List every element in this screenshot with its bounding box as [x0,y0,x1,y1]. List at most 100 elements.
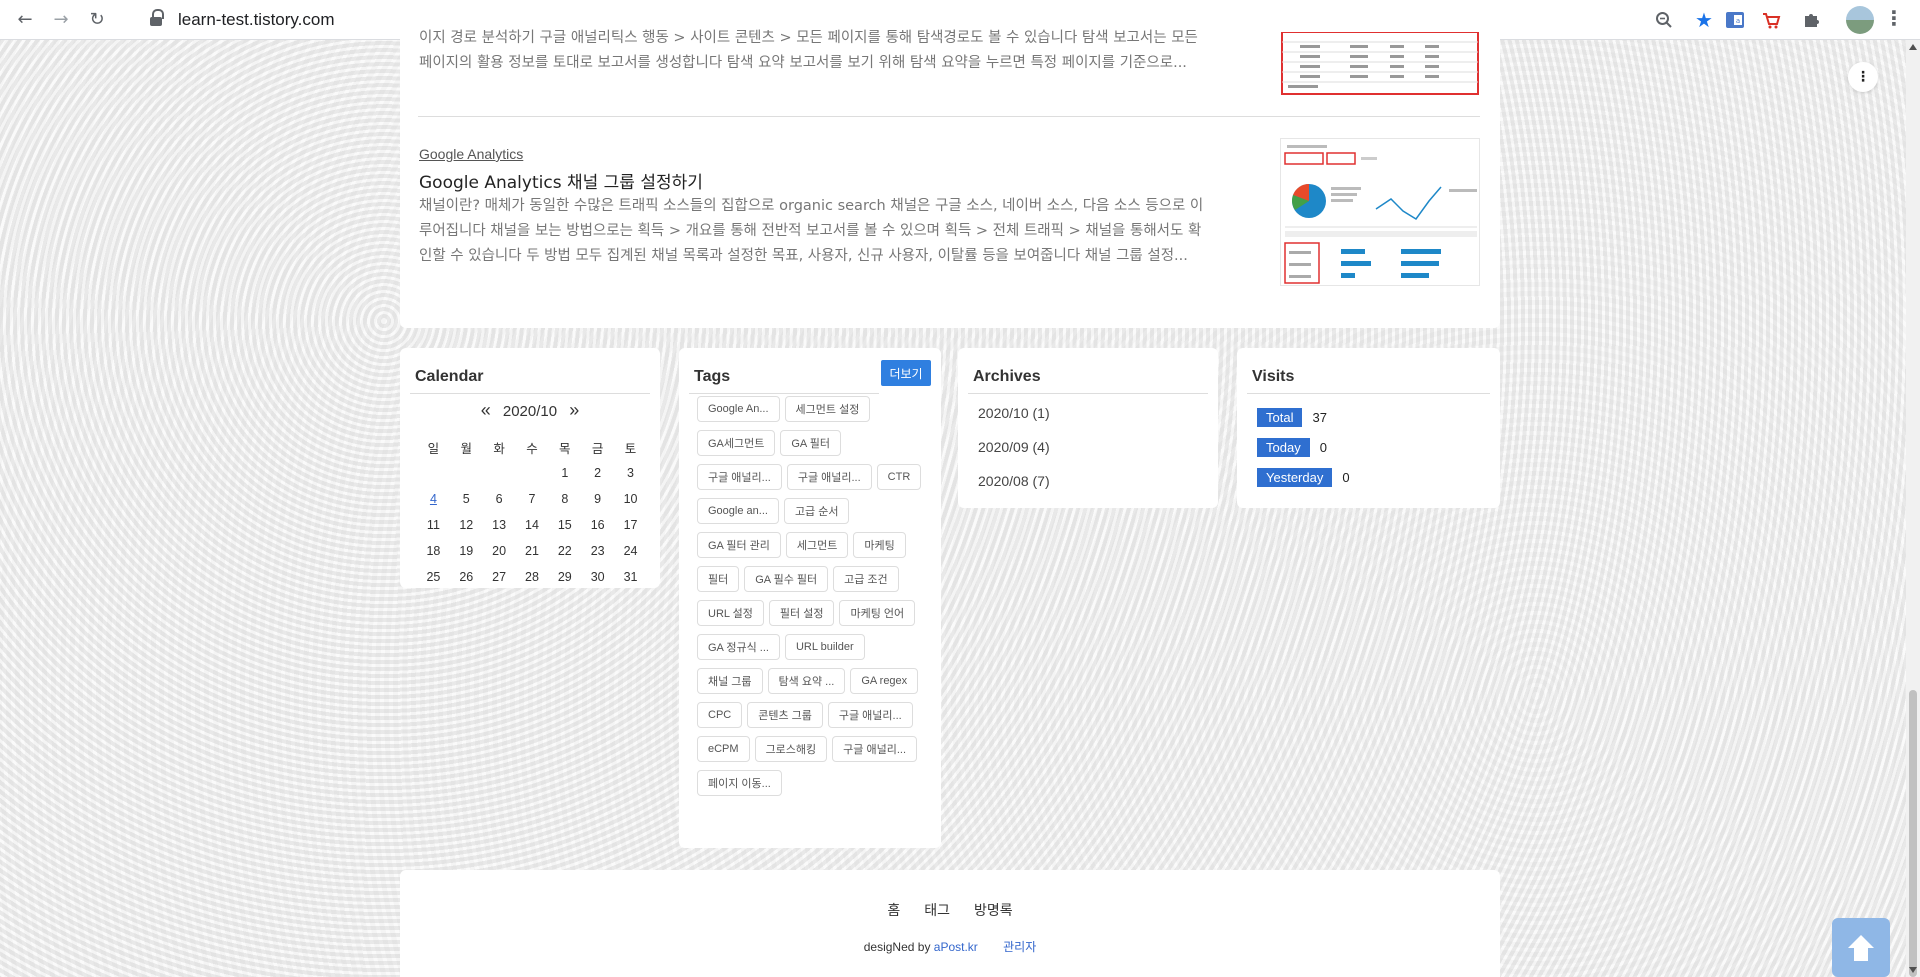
calendar-day-link[interactable]: 4 [417,486,450,512]
widget-divider [689,393,879,394]
visits-yesterday-row: Yesterday 0 [1257,468,1350,487]
browser-menu-icon[interactable]: ⋮ [1884,8,1904,32]
tag-item[interactable]: GA세그먼트 [697,430,776,456]
tag-item[interactable]: 페이지 이동... [697,770,782,796]
tag-item[interactable]: URL 설정 [697,600,764,626]
tag-item[interactable]: 필터 [697,566,740,592]
tag-item[interactable]: 구글 애널리... [697,464,782,490]
visits-today-label: Today [1257,438,1310,457]
tag-item[interactable]: GA 필터 관리 [697,532,781,558]
calendar-day: 31 [623,570,638,584]
url-text[interactable]: learn-test.tistory.com [178,10,335,30]
tag-item[interactable]: URL builder [784,634,865,660]
tag-item[interactable]: CTR [876,464,922,490]
archive-item[interactable]: 2020/09 (4) [978,439,1050,455]
footer-tag-link[interactable]: 태그 [924,900,950,920]
extension-cart-icon[interactable] [1758,7,1784,33]
arrow-up-icon [1848,934,1874,961]
post-excerpt-line: 인할 수 있습니다 두 방법 모두 집계된 채널 목록과 설정한 목표, 사용자… [419,248,1188,264]
tag-item[interactable]: 그로스해킹 [754,736,828,762]
archive-item[interactable]: 2020/10 (1) [978,405,1050,421]
scroll-top-button[interactable] [1832,918,1890,977]
share-icon[interactable]: ⋮ [1848,62,1878,92]
tags-more-button[interactable]: 더보기 [881,360,931,386]
widget-divider [968,393,1208,394]
tag-item[interactable]: 마케팅 [853,532,906,558]
post-excerpt-line: 채널이란? 매체가 동일한 수많은 트래픽 소스들의 집합으로 organic … [419,198,1204,214]
calendar-day: 28 [525,570,539,584]
visits-today-row: Today 0 [1257,438,1327,457]
tag-list: Google An... 세그먼트 설정 GA세그먼트 GA 필터 구글 애널리… [697,396,933,804]
footer-home-link[interactable]: 홈 [887,900,900,920]
tag-item[interactable]: 고급 순서 [783,498,850,524]
calendar-day: 22 [557,544,572,558]
admin-link[interactable]: 관리자 [1003,940,1036,954]
scroll-thumb[interactable] [1909,690,1917,977]
footer-guestbook-link[interactable]: 방명록 [974,900,1013,920]
calendar-title: Calendar [415,368,484,385]
calendar-week: 25 26 27 28 29 30 31 [417,564,647,590]
footer: 홈 태그 방명록 desigNed by aPost.kr 관리자 [400,870,1500,977]
prev-post-excerpt[interactable]: 이지 경로 분석하기 구글 애널리틱스 행동 > 사이트 콘텐츠 > 모든 페이… [419,26,1198,76]
prev-post-thumbnail[interactable] [1280,32,1480,96]
tag-item[interactable]: 필터 설정 [768,600,835,626]
zoom-icon[interactable] [1652,8,1676,32]
calendar-day: 3 [627,466,634,480]
tag-item[interactable]: Google An... [697,396,780,422]
tag-item[interactable]: 구글 애널리... [827,702,913,728]
back-icon[interactable]: ← [14,9,36,31]
tag-item[interactable]: CPC [697,702,743,728]
calendar-weekdays: 일 월 화 수 목 금 토 [417,434,647,460]
profile-avatar[interactable] [1846,6,1874,34]
calendar-day: 5 [462,492,470,506]
post-category[interactable]: Google Analytics [419,146,523,162]
calendar-day [450,460,483,486]
archive-item[interactable]: 2020/08 (7) [978,473,1050,489]
post-excerpt[interactable]: 채널이란? 매체가 동일한 수많은 트래픽 소스들의 집합으로 organic … [419,194,1203,269]
calendar-day: 30 [590,570,605,584]
calendar-day: 6 [495,492,503,506]
visits-title: Visits [1252,368,1295,385]
tag-item[interactable]: Google an... [697,498,779,524]
visits-total-label: Total [1257,408,1303,427]
weekday: 금 [591,441,604,456]
tag-item[interactable]: 세그먼트 설정 [784,396,871,422]
calendar-day: 10 [623,492,638,506]
tag-item[interactable]: GA 정규식 ... [697,634,780,660]
visits-yesterday-label: Yesterday [1257,468,1333,487]
scroll-down-arrow[interactable] [1909,967,1917,973]
extensions-puzzle-icon[interactable] [1798,7,1824,33]
tag-item[interactable]: 마케팅 언어 [839,600,916,626]
calendar-day: 11 [426,518,440,532]
extension-translate-icon[interactable]: a [1722,7,1748,33]
reload-icon[interactable]: ↻ [86,9,108,31]
credit-link[interactable]: aPost.kr [934,940,978,954]
weekday: 화 [493,441,505,456]
scroll-up-arrow[interactable] [1909,44,1917,50]
visits-today-value: 0 [1319,440,1327,455]
archives-widget: Archives 2020/10 (1) 2020/09 (4) 2020/08… [958,348,1218,508]
tag-item[interactable]: 구글 애널리... [832,736,917,762]
tag-item[interactable]: eCPM [697,736,750,762]
tag-item[interactable]: 고급 조건 [833,566,899,592]
tag-item[interactable]: GA 필수 필터 [744,566,829,592]
page-scrollbar[interactable] [1906,40,1920,977]
tag-item[interactable]: 콘텐츠 그룹 [747,702,823,728]
calendar-day: 26 [459,570,474,584]
tag-item[interactable]: 채널 그룹 [697,668,763,694]
calendar-next-button[interactable]: » [569,400,579,420]
post-thumbnail[interactable] [1280,138,1480,286]
lock-icon [150,9,164,26]
weekday: 토 [624,441,637,456]
tag-item[interactable]: GA 필터 [780,430,841,456]
post-title[interactable]: Google Analytics 채널 그룹 설정하기 [419,168,703,193]
footer-credit: desigNed by aPost.kr 관리자 [400,938,1500,955]
tag-item[interactable]: 탐색 요약 ... [767,668,846,694]
bookmark-star-icon[interactable]: ★ [1692,8,1716,32]
calendar-prev-button[interactable]: « [481,400,491,420]
tag-item[interactable]: 구글 애널리... [786,464,872,490]
calendar-day: 1 [561,466,569,480]
forward-icon[interactable]: → [50,9,72,31]
tag-item[interactable]: 세그먼트 [785,532,849,558]
tag-item[interactable]: GA regex [850,668,919,694]
